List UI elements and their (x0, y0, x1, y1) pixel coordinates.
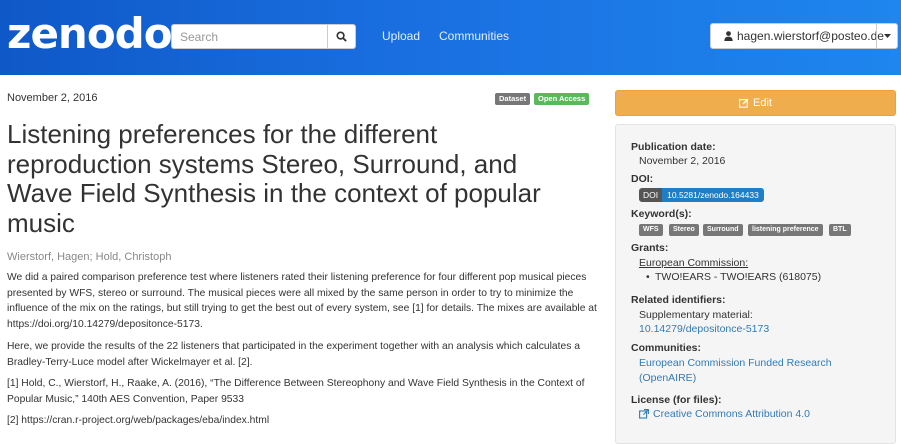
access-badge: Open Access (534, 93, 590, 105)
license-link[interactable]: Creative Commons Attribution 4.0 (653, 408, 810, 420)
related-identifiers-label: Related identifiers: (631, 294, 726, 306)
user-email: hagen.wierstorf@posteo.de (737, 29, 884, 43)
edit-icon (739, 98, 749, 108)
keyword-badge[interactable]: Stereo (669, 224, 699, 236)
user-dropdown-toggle[interactable] (876, 24, 897, 48)
reference-1: [1] Hold, C., Wierstorf, H., Raake, A. (… (7, 378, 585, 405)
search-button[interactable] (327, 24, 356, 49)
doi-prefix: DOI (639, 188, 663, 202)
search-input[interactable] (171, 24, 327, 49)
caret-down-icon (883, 34, 891, 38)
nav-communities[interactable]: Communities (439, 29, 509, 43)
edit-button[interactable]: Edit (615, 90, 896, 116)
grant-item-text: TWO!EARS - TWO!EARS (618075) (655, 271, 822, 283)
community-link[interactable]: European Commission Funded Research (Ope… (639, 356, 869, 386)
grant-funder: European Commission: (639, 257, 749, 269)
user-icon (724, 31, 733, 41)
nav-upload[interactable]: Upload (382, 29, 420, 43)
doi-label: DOI: (631, 173, 654, 185)
record-title: Listening preferences for the different … (7, 119, 541, 238)
description-paragraph-1: We did a paired comparison preference te… (7, 272, 597, 330)
doi-badge[interactable]: DOI 10.5281/zenodo.164433 (639, 188, 764, 202)
zenodo-logo[interactable]: zenodo (7, 8, 173, 60)
communities-label: Communities: (631, 342, 702, 354)
top-navbar: zenodo Upload Communities hagen.wierstor… (0, 0, 901, 75)
publication-date-value: November 2, 2016 (639, 155, 726, 167)
keyword-badge[interactable]: BTL (829, 224, 851, 236)
user-menu-button[interactable]: hagen.wierstorf@posteo.de (710, 23, 898, 49)
grants-label: Grants: (631, 242, 669, 254)
publication-date-label: Publication date: (631, 141, 716, 153)
search-form (171, 24, 356, 49)
keyword-badge[interactable]: listening preference (748, 224, 823, 236)
reference-2: [2] https://cran.r-project.org/web/packa… (7, 415, 270, 426)
keywords-label: Keyword(s): (631, 208, 692, 220)
user-account[interactable]: hagen.wierstorf@posteo.de (711, 24, 890, 48)
keyword-badge[interactable]: WFS (639, 224, 663, 236)
record-authors: Wierstorf, Hagen; Hold, Christoph (7, 251, 172, 263)
related-identifier-link[interactable]: 10.14279/depositonce-5173 (639, 323, 769, 335)
grant-item: • TWO!EARS - TWO!EARS (618075) (646, 271, 822, 283)
external-link-icon (639, 409, 649, 419)
related-type: Supplementary material: (639, 309, 753, 321)
resource-type-badge: Dataset (495, 93, 531, 105)
description-paragraph-2: Here, we provide the results of the 22 l… (7, 341, 580, 368)
license-entry[interactable]: Creative Commons Attribution 4.0 (639, 408, 810, 420)
search-icon (336, 31, 347, 42)
bullet-icon: • (646, 271, 650, 283)
doi-value: 10.5281/zenodo.164433 (662, 188, 764, 202)
record-date: November 2, 2016 (7, 92, 98, 104)
edit-label: Edit (753, 97, 772, 109)
license-label: License (for files): (631, 394, 722, 406)
keyword-badge[interactable]: Surround (703, 224, 743, 236)
